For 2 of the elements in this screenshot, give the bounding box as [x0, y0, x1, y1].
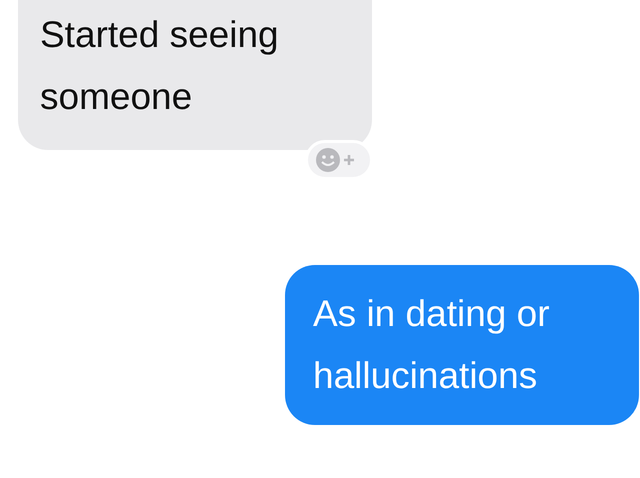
- message-bubble: As in dating or hallucinations: [285, 265, 639, 425]
- message-bubble: Started seeing someone: [18, 0, 372, 150]
